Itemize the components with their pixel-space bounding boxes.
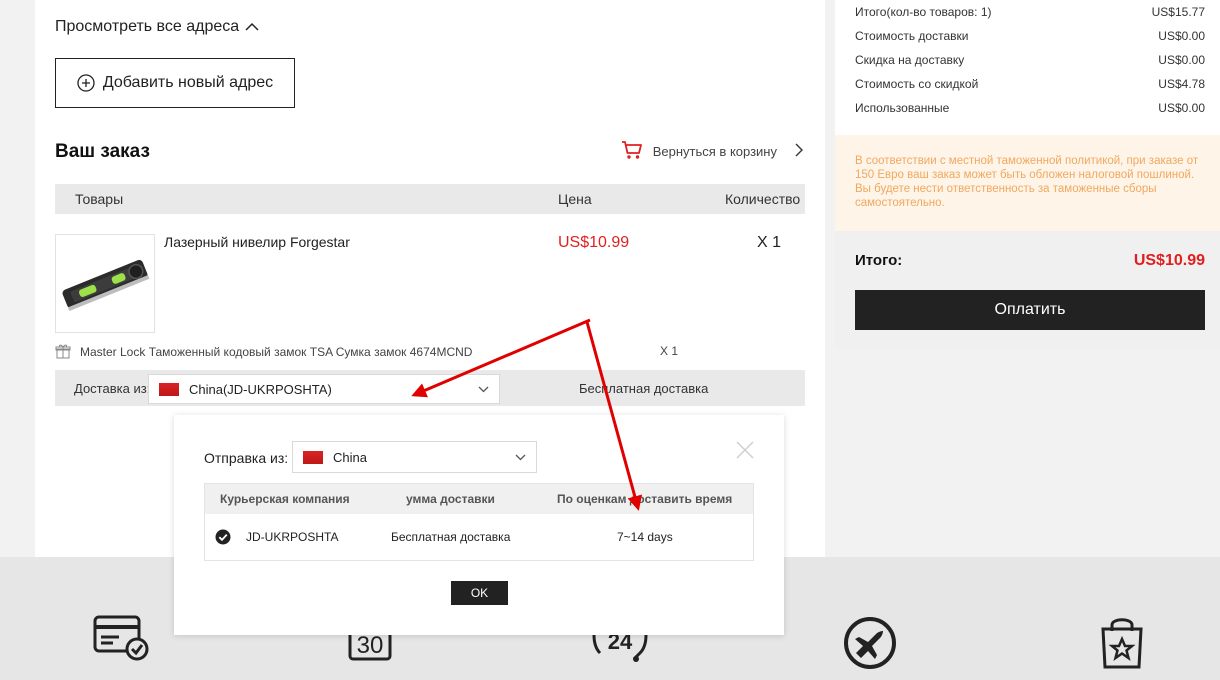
product-image[interactable] [55,234,155,333]
courier-table-header: Курьерская компания умма доставки По оце… [205,484,753,514]
summary-row: Итого(кол-во товаров: 1) US$15.77 [855,5,1205,19]
courier-time: 7~14 days [617,530,673,544]
column-courier: Курьерская компания [220,492,350,506]
view-all-addresses-label: Просмотреть все адреса [55,18,240,35]
order-title: Ваш заказ [55,141,150,162]
chevron-down-icon [515,454,526,461]
summary-value: US$0.00 [1158,101,1205,115]
column-quantity: Количество [725,191,801,207]
add-new-address-button[interactable]: Добавить новый адрес [55,58,295,108]
product-price: US$10.99 [558,234,630,251]
dispatch-from-select[interactable]: China [292,441,537,473]
shipping-method-dialog: Отправка из: China Курьерская компания у… [174,415,784,635]
view-all-addresses-toggle[interactable]: Просмотреть все адреса [55,18,259,36]
cart-icon [621,139,643,164]
customs-notice: В соответствии с местной таможенной поли… [835,135,1220,231]
summary-row: Стоимость со скидкой US$4.78 [855,77,1205,91]
summary-label: Использованные [855,101,950,115]
shipping-bar: Доставка из: China(JD-UKRPOSHTA) Бесплат… [55,370,805,406]
summary-row: Использованные US$0.00 [855,101,1205,115]
summary-label: Итого(кол-во товаров: 1) [855,5,992,19]
shipping-from-select[interactable]: China(JD-UKRPOSHTA) [148,374,500,404]
summary-label: Стоимость со скидкой [855,77,979,91]
summary-value: US$4.78 [1158,77,1205,91]
shipping-from-value: China(JD-UKRPOSHTA) [189,382,332,397]
pay-button[interactable]: Оплатить [855,290,1205,330]
gift-name: Master Lock Таможенный кодовый замок TSA… [80,345,473,359]
courier-option-row[interactable]: JD-UKRPOSHTA Бесплатная доставка 7~14 da… [205,514,753,560]
dispatch-from-value: China [333,450,367,465]
courier-name: JD-UKRPOSHTA [246,530,339,544]
summary-row: Скидка на доставку US$0.00 [855,53,1205,67]
gift-icon [55,344,71,359]
column-time: По оценкам доставить время [557,492,733,506]
shipping-from-label: Доставка из: [74,381,151,396]
summary-value: US$0.00 [1158,53,1205,67]
shopping-bag-star-icon [1097,615,1147,671]
chevron-up-icon [245,22,259,31]
back-to-cart-link[interactable]: Вернуться в корзину [621,139,803,164]
column-cost: умма доставки [406,492,495,506]
total-area: Итого: US$10.99 Оплатить [835,231,1220,350]
column-goods: Товары [75,191,124,207]
check-circle-icon[interactable] [215,529,231,545]
product-quantity: X 1 [757,234,782,251]
order-summary-panel: Итого(кол-во товаров: 1) US$15.77 Стоимо… [835,0,1220,350]
close-icon[interactable] [735,440,755,460]
column-price: Цена [558,191,592,207]
airplane-icon [843,615,899,671]
chevron-down-icon [478,386,489,393]
courier-cost: Бесплатная доставка [391,530,511,544]
total-label: Итого: [855,252,903,269]
total-value: US$10.99 [1133,252,1205,269]
ok-button[interactable]: OK [451,581,508,605]
summary-value: US$15.77 [1151,5,1205,19]
order-table-header: Товары Цена Количество [55,184,805,214]
courier-table: Курьерская компания умма доставки По оце… [204,483,754,561]
chevron-right-icon [787,143,803,160]
summary-value: US$0.00 [1158,29,1205,43]
shipping-cost: Бесплатная доставка [579,381,709,396]
plus-circle-icon [77,74,95,92]
calendar-30-label: 30 [357,632,384,659]
summary-label: Скидка на доставку [855,53,965,67]
add-new-address-label: Добавить новый адрес [102,74,274,91]
flag-china-icon [159,383,179,396]
dispatch-from-label: Отправка из: [204,450,289,466]
flag-china-icon [303,451,323,464]
credit-card-check-icon [93,615,149,661]
product-name[interactable]: Лазерный нивелир Forgestar [164,234,350,250]
gift-quantity: X 1 [660,344,679,358]
summary-row: Стоимость доставки US$0.00 [855,29,1205,43]
summary-label: Стоимость доставки [855,29,969,43]
back-to-cart-label: Вернуться в корзину [652,144,777,159]
